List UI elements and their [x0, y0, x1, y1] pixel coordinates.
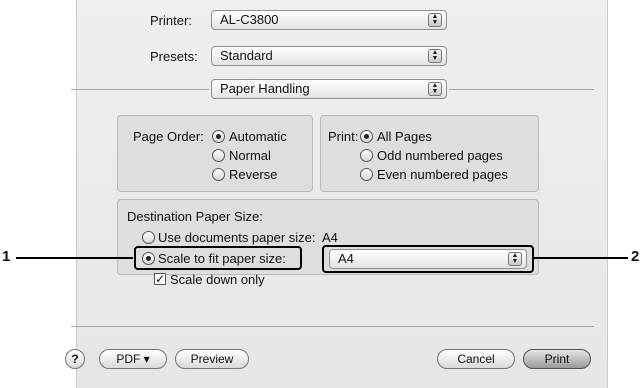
separator-left	[71, 89, 209, 90]
option-odd-pages[interactable]: Odd numbered pages	[377, 148, 503, 163]
callout-leader-1	[16, 257, 133, 259]
presets-value: Standard	[220, 48, 273, 63]
pdf-button[interactable]: PDF ▾	[99, 349, 167, 369]
presets-label: Presets:	[150, 49, 198, 64]
popup-arrows-icon: ▲ ▼	[428, 13, 442, 27]
option-automatic[interactable]: Automatic	[229, 129, 287, 144]
option-all-pages[interactable]: All Pages	[377, 129, 432, 144]
option-use-documents-size[interactable]: Use documents paper size:	[158, 230, 316, 245]
footer-separator	[71, 326, 594, 327]
popup-arrows-icon: ▲ ▼	[428, 82, 442, 96]
popup-arrows-icon: ▲ ▼	[428, 49, 442, 63]
radio-use-documents-size[interactable]	[142, 231, 155, 244]
option-normal[interactable]: Normal	[229, 148, 271, 163]
documents-size-value: A4	[322, 230, 338, 245]
section-popup[interactable]: Paper Handling ▲ ▼	[211, 79, 447, 99]
radio-even-pages[interactable]	[360, 168, 373, 181]
section-value: Paper Handling	[220, 81, 310, 96]
callout-number-1: 1	[2, 248, 11, 265]
radio-reverse[interactable]	[212, 168, 225, 181]
print-button[interactable]: Print	[523, 349, 591, 369]
scale-down-checkbox[interactable]: ✓	[154, 273, 166, 285]
radio-odd-pages[interactable]	[360, 149, 373, 162]
help-button[interactable]: ?	[65, 349, 85, 369]
radio-all-pages[interactable]	[360, 130, 373, 143]
cancel-button[interactable]: Cancel	[437, 349, 515, 369]
radio-automatic[interactable]	[212, 130, 225, 143]
scale-down-label[interactable]: Scale down only	[170, 272, 265, 287]
radio-normal[interactable]	[212, 149, 225, 162]
option-even-pages[interactable]: Even numbered pages	[377, 167, 508, 182]
printer-label: Printer:	[150, 13, 192, 28]
separator-right	[449, 89, 594, 90]
destination-label: Destination Paper Size:	[127, 209, 263, 224]
preview-button[interactable]: Preview	[175, 349, 249, 369]
callout-leader-2	[533, 257, 628, 259]
printer-value: AL-C3800	[220, 12, 279, 27]
print-pages-label: Print:	[328, 129, 359, 144]
printer-popup[interactable]: AL-C3800 ▲ ▼	[211, 10, 447, 30]
print-dialog: Printer: AL-C3800 ▲ ▼ Presets: Standard ▲…	[65, 0, 608, 388]
callout-box-2	[322, 245, 534, 273]
option-reverse[interactable]: Reverse	[229, 167, 277, 182]
callout-box-1	[134, 246, 302, 270]
callout-number-2: 2	[631, 248, 640, 265]
presets-popup[interactable]: Standard ▲ ▼	[211, 46, 447, 66]
page-order-label: Page Order:	[133, 129, 204, 144]
